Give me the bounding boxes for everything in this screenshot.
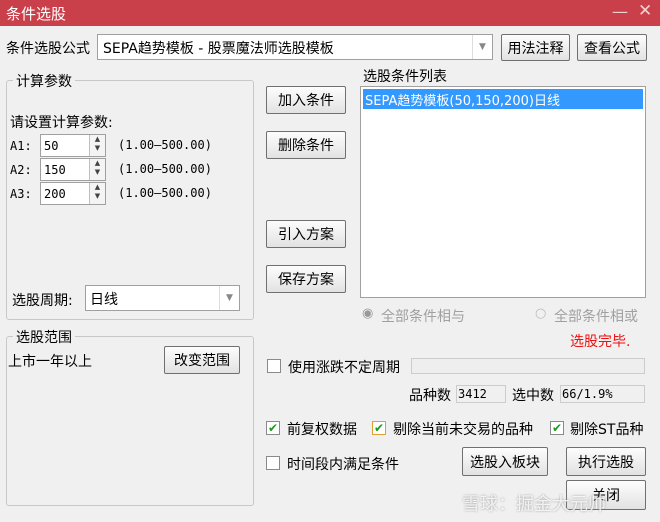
spinner-icon[interactable]: ▲ ▼	[89, 183, 105, 204]
param-a1-input[interactable]: 50 ▲ ▼	[40, 134, 106, 157]
window-title: 条件选股	[6, 5, 67, 23]
param-range: (1.00—500.00)	[118, 138, 212, 152]
formula-label: 条件选股公式	[6, 41, 90, 57]
spinner-icon[interactable]: ▲ ▼	[89, 159, 105, 180]
scope-group-label: 选股范围	[13, 327, 75, 347]
exclude-untraded-label: 剔除当前未交易的品种	[393, 422, 533, 438]
param-value: 150	[44, 163, 66, 177]
param-label: A1:	[10, 139, 32, 153]
param-a2-input[interactable]: 150 ▲ ▼	[40, 158, 106, 181]
param-label: A2:	[10, 163, 32, 177]
delete-condition-button[interactable]: 删除条件	[266, 131, 346, 159]
execute-button[interactable]: 执行选股	[566, 447, 646, 476]
import-plan-button[interactable]: 引入方案	[266, 220, 346, 248]
conditions-label: 选股条件列表	[363, 69, 447, 85]
save-plan-button[interactable]: 保存方案	[266, 265, 346, 293]
param-range: (1.00—500.00)	[118, 186, 212, 200]
param-value: 50	[44, 139, 59, 153]
period-label: 选股周期:	[12, 293, 73, 309]
param-range: (1.00—500.00)	[118, 162, 212, 176]
param-value: 200	[44, 187, 66, 201]
minimize-icon[interactable]: —	[612, 2, 628, 21]
exclude-untraded-checkbox[interactable]: ✔	[372, 421, 386, 435]
variable-period-label: 使用涨跌不定周期	[288, 360, 400, 376]
radio-and-label: 全部条件相与	[381, 309, 465, 325]
adjusted-label: 前复权数据	[287, 422, 357, 438]
selected-label: 选中数	[512, 388, 554, 404]
usage-button[interactable]: 用法注释	[501, 34, 570, 61]
radio-or-label: 全部条件相或	[554, 309, 638, 325]
radio-and-icon[interactable]: ◉	[362, 306, 373, 321]
exclude-st-label: 剔除ST品种	[570, 422, 644, 438]
view-formula-button[interactable]: 查看公式	[577, 34, 647, 61]
formula-value: SEPA趋势模板 - 股票魔法师选股模板	[103, 41, 334, 57]
add-condition-button[interactable]: 加入条件	[266, 86, 346, 114]
selected-value: 66/1.9%	[560, 385, 645, 403]
close-icon[interactable]: ✕	[638, 1, 652, 21]
conditions-list[interactable]: SEPA趋势模板(50,150,200)日线	[360, 86, 646, 298]
to-block-button[interactable]: 选股入板块	[462, 447, 548, 476]
params-prompt: 请设置计算参数:	[10, 115, 113, 131]
count-label: 品种数	[409, 388, 451, 404]
status-text: 选股完毕.	[570, 334, 631, 350]
param-a3-input[interactable]: 200 ▲ ▼	[40, 182, 106, 205]
time-range-label: 时间段内满足条件	[287, 457, 399, 473]
period-value: 日线	[90, 292, 118, 308]
progress-bar	[411, 358, 645, 374]
spinner-icon[interactable]: ▲ ▼	[89, 135, 105, 156]
chevron-down-icon[interactable]: ▼	[219, 286, 239, 310]
title-bar: 条件选股 — ✕	[0, 0, 660, 26]
watermark: 雪球：掘金大元帅	[462, 494, 606, 515]
period-select[interactable]: 日线 ▼	[85, 285, 240, 311]
count-value: 3412	[456, 385, 506, 403]
condition-item[interactable]: SEPA趋势模板(50,150,200)日线	[363, 89, 643, 109]
radio-or-icon[interactable]: ○	[535, 306, 546, 321]
variable-period-checkbox[interactable]	[267, 359, 281, 373]
formula-select[interactable]: SEPA趋势模板 - 股票魔法师选股模板 ▼	[97, 34, 493, 60]
scope-value: 上市一年以上	[8, 354, 92, 370]
adjusted-checkbox[interactable]: ✔	[266, 421, 280, 435]
change-scope-button[interactable]: 改变范围	[164, 346, 240, 374]
chevron-down-icon[interactable]: ▼	[472, 35, 492, 59]
time-range-checkbox[interactable]	[266, 456, 280, 470]
exclude-st-checkbox[interactable]: ✔	[550, 421, 564, 435]
param-label: A3:	[10, 187, 32, 201]
params-group-label: 计算参数	[13, 71, 75, 91]
